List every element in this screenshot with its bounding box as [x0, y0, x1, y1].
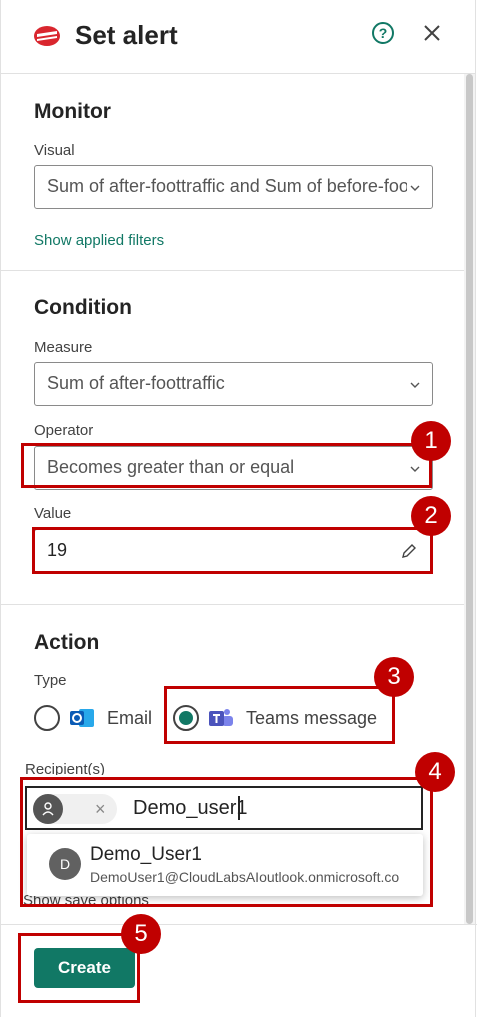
- annotation-badge-2: 2: [411, 496, 451, 536]
- action-section-title: Action: [34, 631, 100, 654]
- section-divider: [1, 270, 464, 271]
- email-option-label: Email: [107, 708, 153, 728]
- visual-select-value: Sum of after-foottraffic and Sum of befo…: [47, 176, 407, 196]
- value-label: Value: [34, 505, 72, 522]
- visual-select[interactable]: Sum of after-foottraffic and Sum of befo…: [34, 165, 433, 209]
- help-icon[interactable]: ?: [372, 22, 394, 44]
- app-logo-icon: [34, 26, 60, 46]
- recipients-label: Recipient(s): [25, 761, 106, 775]
- type-label: Type: [34, 672, 67, 689]
- close-icon[interactable]: [421, 22, 443, 44]
- section-divider: [1, 604, 464, 605]
- annotation-badge-4: 4: [415, 752, 455, 792]
- visual-label: Visual: [34, 142, 75, 159]
- annotation-box-teams: [164, 686, 395, 744]
- page-title: Set alert: [75, 20, 178, 50]
- annotation-box-value: [32, 527, 433, 574]
- scrollbar[interactable]: [464, 74, 475, 924]
- measure-label: Measure: [34, 339, 93, 356]
- pane-header: Set alert ?: [1, 0, 475, 74]
- annotation-box-recipients: [20, 777, 433, 907]
- scrollbar-thumb[interactable]: [466, 74, 473, 924]
- chevron-down-icon: [410, 382, 420, 388]
- monitor-section-title: Monitor: [34, 100, 111, 123]
- condition-section-title: Condition: [34, 296, 132, 319]
- measure-select-value: Sum of after-foottraffic: [47, 373, 225, 393]
- operator-label: Operator: [34, 422, 94, 439]
- annotation-badge-1: 1: [411, 421, 451, 461]
- annotation-badge-5: 5: [121, 914, 161, 954]
- annotation-box-operator: [21, 443, 432, 488]
- measure-select[interactable]: Sum of after-foottraffic: [34, 362, 433, 406]
- annotation-badge-3: 3: [374, 657, 414, 697]
- chevron-down-icon: [410, 185, 420, 191]
- outlook-icon: [70, 709, 94, 727]
- email-radio[interactable]: [34, 705, 60, 731]
- annotation-box-create: [18, 933, 140, 1003]
- show-applied-filters-link[interactable]: Show applied filters: [34, 232, 164, 249]
- footer-divider: [1, 924, 477, 925]
